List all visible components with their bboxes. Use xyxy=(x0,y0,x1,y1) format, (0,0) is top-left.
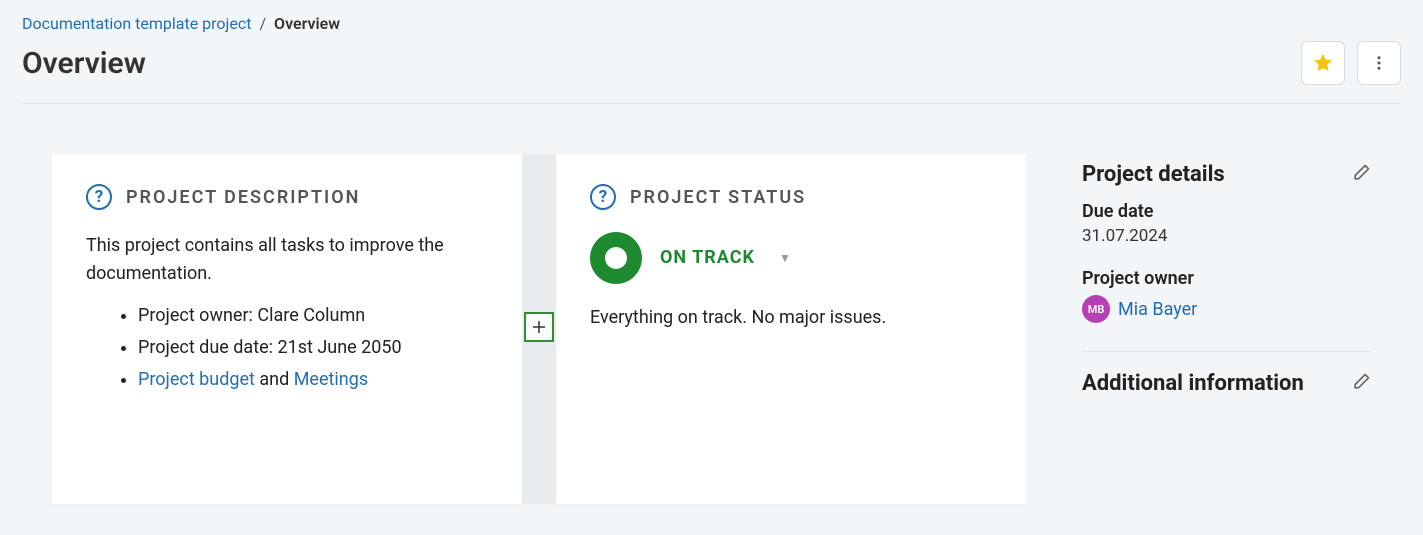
status-indicator-icon xyxy=(590,232,642,284)
text-and: and xyxy=(255,369,294,390)
pencil-icon xyxy=(1351,163,1371,183)
due-date-value: 31.07.2024 xyxy=(1082,226,1371,246)
edit-details-button[interactable] xyxy=(1351,163,1371,187)
widgets-area: ? PROJECT DESCRIPTION This project conta… xyxy=(52,154,1026,504)
project-status-title: PROJECT STATUS xyxy=(630,187,806,208)
breadcrumb-parent-link[interactable]: Documentation template project xyxy=(22,14,251,33)
list-item: Project due date: 21st June 2050 xyxy=(138,334,488,362)
owner-avatar: MB xyxy=(1082,295,1110,323)
favorite-button[interactable] xyxy=(1301,41,1345,85)
status-body-text: Everything on track. No major issues. xyxy=(590,304,992,332)
more-actions-button[interactable] xyxy=(1357,41,1401,85)
breadcrumb-current: Overview xyxy=(274,14,340,33)
additional-info-title: Additional information xyxy=(1082,370,1304,398)
page-title: Overview xyxy=(22,46,146,81)
owner-link[interactable]: Mia Bayer xyxy=(1118,299,1197,320)
list-item: Project budget and Meetings xyxy=(138,366,488,394)
meetings-link[interactable]: Meetings xyxy=(294,369,368,390)
list-item: Project owner: Clare Column xyxy=(138,302,488,330)
add-widget-button[interactable] xyxy=(524,312,554,342)
star-icon xyxy=(1312,52,1334,74)
help-icon[interactable]: ? xyxy=(590,184,616,210)
project-status-widget: ? PROJECT STATUS ON TRACK ▼ Everything o… xyxy=(556,154,1026,504)
help-icon[interactable]: ? xyxy=(86,184,112,210)
project-owner-label: Project owner xyxy=(1082,268,1371,289)
project-description-intro: This project contains all tasks to impro… xyxy=(86,232,488,288)
breadcrumb: Documentation template project / Overvie… xyxy=(22,14,1401,33)
project-details-sidebar: Project details Due date 31.07.2024 Proj… xyxy=(1082,154,1371,412)
more-vertical-icon xyxy=(1370,54,1388,72)
breadcrumb-separator: / xyxy=(259,14,266,33)
project-description-title: PROJECT DESCRIPTION xyxy=(126,187,360,208)
project-budget-link[interactable]: Project budget xyxy=(138,369,255,390)
status-selector[interactable]: ON TRACK ▼ xyxy=(590,232,992,284)
plus-icon xyxy=(530,318,548,336)
chevron-down-icon: ▼ xyxy=(779,249,791,268)
pencil-icon xyxy=(1351,372,1371,392)
edit-additional-button[interactable] xyxy=(1351,372,1371,396)
project-description-widget: ? PROJECT DESCRIPTION This project conta… xyxy=(52,154,522,504)
sidebar-divider xyxy=(1082,351,1371,352)
status-label: ON TRACK xyxy=(660,244,755,272)
project-details-title: Project details xyxy=(1082,162,1225,187)
due-date-label: Due date xyxy=(1082,201,1371,222)
